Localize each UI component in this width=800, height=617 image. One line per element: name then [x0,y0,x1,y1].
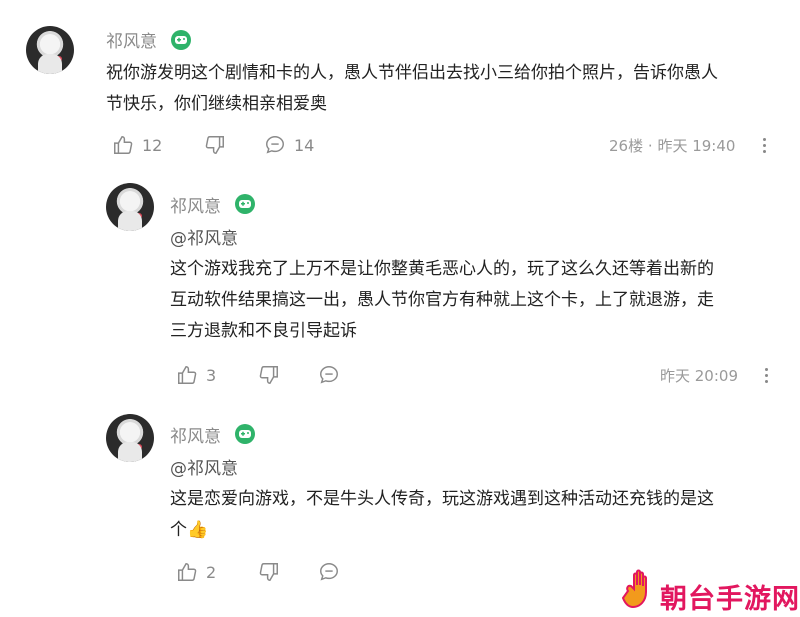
reply-button[interactable] [318,363,340,387]
comment-meta: 26楼 · 昨天 19:40 [609,135,735,156]
comment-text: 这个游戏我充了上万不是让你整黄毛恶心人的，玩了这么久还等着出新的 互动软件结果搞… [170,254,780,347]
thumbs-down-icon [259,563,278,581]
reply-item: 祁风意 @祁风意 这个游戏我充了上万不是让你整黄毛恶心人的，玩了这么久还等着出新… [0,170,800,400]
dislike-button[interactable] [204,133,226,157]
comment-text-line: 个 [170,520,187,540]
thumbs-up-icon [178,563,197,581]
mention-link[interactable]: @祁风意 [170,224,238,249]
thumbs-down-icon [205,136,224,154]
comment-text-line: 互动软件结果搞这一出，愚人节你官方有种就上这个卡，上了就退游，走 [170,290,714,310]
avatar[interactable] [106,183,154,231]
hand-logo-icon [622,569,647,609]
comment-time: 昨天 20:09 [660,367,738,385]
gamepad-badge-icon [171,30,191,50]
comment-bubble-icon [266,136,284,154]
like-button[interactable]: 3 [176,363,216,387]
watermark: 朝台手游网 [602,567,800,617]
comment-text-line: 祝你游发明这个剧情和卡的人，愚人节伴侣出去找小三给你拍个照片，告诉你愚人 [106,63,718,83]
like-count: 3 [206,365,217,385]
more-button[interactable] [756,363,776,387]
comment-bubble-icon [320,563,338,581]
author-name[interactable]: 祁风意 [170,192,221,217]
reply-count: 14 [294,135,315,155]
more-button[interactable] [754,133,774,157]
thumbs-up-icon [114,136,133,154]
dislike-button[interactable] [258,363,280,387]
avatar[interactable] [106,414,154,462]
comment-time: 昨天 19:40 [657,137,736,155]
floor-number: 26楼 [609,137,644,155]
thumbs-up-emoji: 👍 [187,520,209,540]
gamepad-badge-icon [235,424,255,444]
comment-text-line: 三方退款和不良引导起诉 [170,321,357,341]
watermark-text: 朝台手游网 [660,584,800,615]
gamepad-badge-icon [235,194,255,214]
comment-item: 祁风意 祝你游发明这个剧情和卡的人，愚人节伴侣出去找小三给你拍个照片，告诉你愚人… [0,0,800,170]
more-vertical-icon [763,138,766,141]
like-button[interactable]: 12 [112,133,162,157]
reply-button[interactable] [318,560,340,584]
dislike-button[interactable] [258,560,280,584]
like-button[interactable]: 2 [176,560,216,584]
like-count: 2 [206,562,217,582]
comment-text-line: 节快乐，你们继续相亲相爱奥 [106,94,327,114]
author-name[interactable]: 祁风意 [170,422,221,447]
like-count: 12 [142,135,163,155]
meta-separator: · [647,137,653,155]
comment-text: 这是恋爱向游戏，不是牛头人传奇，玩这游戏遇到这种活动还充钱的是这 个👍 [170,484,780,546]
comment-bubble-icon [320,366,338,384]
author-name[interactable]: 祁风意 [106,27,157,52]
comment-text: 祝你游发明这个剧情和卡的人，愚人节伴侣出去找小三给你拍个照片，告诉你愚人 节快乐… [106,58,766,120]
thumbs-up-icon [178,366,197,384]
more-vertical-icon [765,368,768,371]
reply-button[interactable]: 14 [264,133,314,157]
comment-text-line: 这个游戏我充了上万不是让你整黄毛恶心人的，玩了这么久还等着出新的 [170,259,714,279]
comment-actions: 12 14 26楼 · 昨天 19:40 [112,133,782,157]
mention-link[interactable]: @祁风意 [170,454,238,479]
comment-text-line: 这是恋爱向游戏，不是牛头人传奇，玩这游戏遇到这种活动还充钱的是这 [170,489,714,509]
comment-actions: 3 昨天 20:09 [176,363,782,387]
thumbs-down-icon [259,366,278,384]
avatar[interactable] [26,26,74,74]
